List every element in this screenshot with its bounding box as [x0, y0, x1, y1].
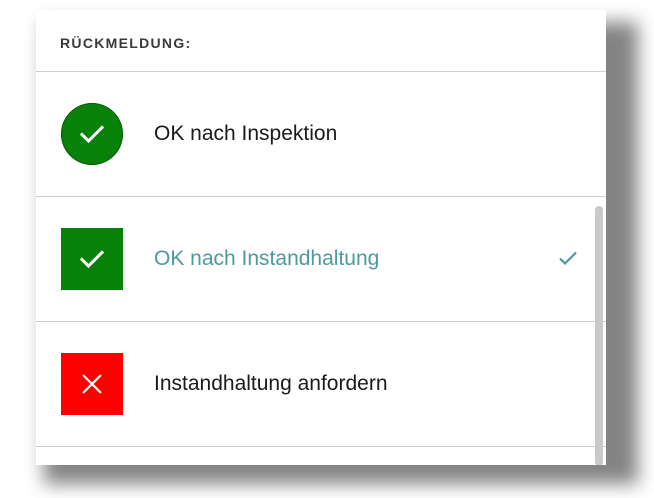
option-label: OK nach Inspektion: [154, 122, 338, 145]
option-label: OK nach Instandhaltung: [154, 247, 380, 270]
panel-title: RÜCKMELDUNG:: [60, 34, 192, 51]
option-ok-after-maintenance[interactable]: OK nach Instandhaltung: [36, 197, 606, 322]
check-circle-icon: [61, 103, 123, 165]
scrollbar-thumb[interactable]: [595, 206, 603, 465]
option-label: Instandhaltung anfordern: [154, 372, 388, 395]
scrollbar[interactable]: [595, 206, 603, 465]
list-end: [36, 447, 606, 465]
option-request-maintenance[interactable]: Instandhaltung anfordern: [36, 322, 606, 447]
panel-header: RÜCKMELDUNG:: [36, 10, 606, 72]
x-square-icon: [61, 353, 123, 415]
option-ok-after-inspection[interactable]: OK nach Inspektion: [36, 72, 606, 197]
check-square-icon: [61, 228, 123, 290]
selected-check-icon: [558, 250, 578, 271]
feedback-panel: RÜCKMELDUNG: OK nach Inspektion OK nach …: [36, 10, 606, 465]
